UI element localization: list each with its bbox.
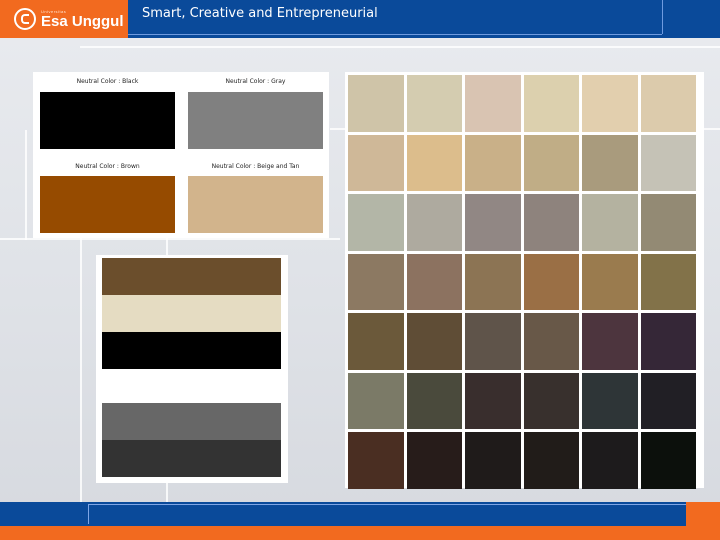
palette-swatch [523,432,579,489]
neutral-color-swatch [40,176,175,233]
palette-swatch [523,253,579,310]
neutral-color-label: Neutral Color : Brown [75,163,140,170]
header-divider [640,0,663,34]
palette-grid-panel [345,72,704,489]
palette-swatch [640,313,696,370]
palette-swatch [640,194,696,251]
palette-swatch [406,134,462,191]
palette-swatch [406,194,462,251]
stripe [102,403,281,440]
palette-swatch [406,432,462,489]
palette-swatch [348,75,404,132]
palette-swatch [640,372,696,429]
palette-swatch [582,134,638,191]
palette-swatch [406,253,462,310]
footer-divider [88,504,686,524]
palette-swatch [640,253,696,310]
neutral-color-swatch [188,92,323,149]
background-line [0,238,340,240]
palette-swatch [406,372,462,429]
neutral-color-swatch [40,92,175,149]
tagline: Smart, Creative and Entrepreneurial [142,6,378,21]
palette-swatch [348,372,404,429]
palette-swatch [465,75,521,132]
palette-swatch [465,194,521,251]
palette-swatch [465,372,521,429]
palette-swatch [465,253,521,310]
palette-swatch [523,194,579,251]
footer-strip [0,526,720,540]
palette-swatch [582,253,638,310]
palette-swatch [348,253,404,310]
palette-swatch [640,432,696,489]
palette-swatch [348,194,404,251]
header-divider [128,34,662,35]
palette-swatch [582,372,638,429]
stripe [102,332,281,369]
logo: Universitas Esa Unggul [0,0,128,38]
palette-swatch [523,313,579,370]
palette-swatch [348,134,404,191]
palette-swatch [523,372,579,429]
stripe [102,258,281,295]
palette-swatch [640,75,696,132]
stripe [102,440,281,477]
palette-swatch [523,134,579,191]
palette-swatch [582,313,638,370]
palette-swatch [465,134,521,191]
background-line [25,130,27,240]
palette-grid [348,75,696,489]
header-bar: Universitas Esa Unggul Smart, Creative a… [0,0,720,38]
palette-swatch [582,75,638,132]
stripe [102,369,281,403]
palette-swatch [406,75,462,132]
logo-text: Esa Unggul [41,12,124,30]
palette-swatch [348,313,404,370]
neutral-color-label: Neutral Color : Black [76,78,139,85]
palette-swatch [465,313,521,370]
background-line [80,238,82,502]
neutral-colors-panel: Neutral Color : Black Neutral Color : Gr… [33,72,329,238]
stripe [102,295,281,332]
stripes-panel [96,255,288,483]
palette-swatch [465,432,521,489]
palette-swatch [582,432,638,489]
neutral-color-label: Neutral Color : Beige and Tan [211,163,300,170]
palette-swatch [640,134,696,191]
footer-accent [686,502,720,526]
palette-swatch [406,313,462,370]
neutral-color-label: Neutral Color : Gray [225,78,286,85]
palette-swatch [523,75,579,132]
logo-icon [14,8,36,30]
background-line [80,46,720,48]
neutral-color-swatch [188,176,323,233]
palette-swatch [348,432,404,489]
palette-swatch [582,194,638,251]
